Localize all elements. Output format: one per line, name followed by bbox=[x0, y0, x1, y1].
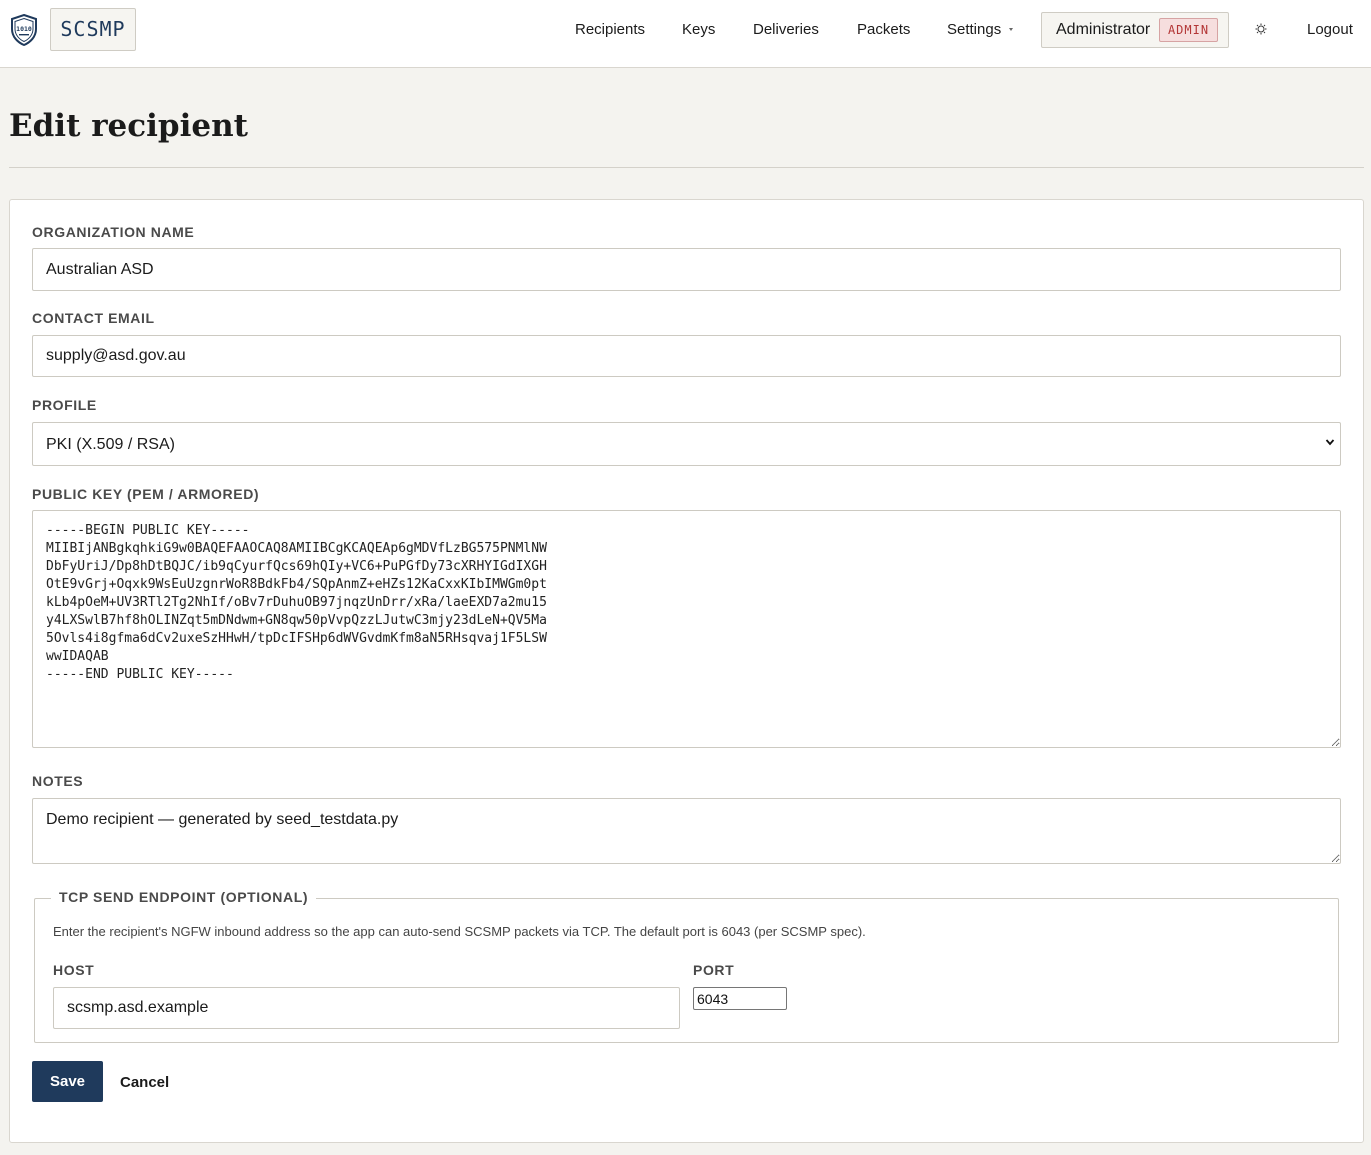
top-navigation-bar: 1010 SCSMP Recipients Keys Deliveries Pa… bbox=[0, 0, 1371, 68]
user-name: Administrator bbox=[1056, 21, 1151, 38]
notes-label: NOTES bbox=[32, 773, 84, 789]
user-menu[interactable]: Administrator ADMIN bbox=[1041, 12, 1229, 48]
organization-name-input[interactable] bbox=[32, 248, 1341, 291]
contact-email-input[interactable] bbox=[32, 335, 1341, 377]
port-input[interactable] bbox=[693, 987, 787, 1010]
nav-keys[interactable]: Keys bbox=[682, 20, 715, 40]
page-title: Edit recipient bbox=[9, 108, 248, 144]
logout-link[interactable]: Logout bbox=[1307, 20, 1353, 40]
organization-name-label: ORGANIZATION NAME bbox=[32, 224, 195, 240]
theme-toggle-icon[interactable] bbox=[1255, 23, 1267, 35]
profile-label: PROFILE bbox=[32, 397, 97, 413]
nav-settings[interactable]: Settings bbox=[947, 20, 1001, 40]
role-badge: ADMIN bbox=[1159, 18, 1218, 42]
profile-select[interactable]: PKI (X.509 / RSA) bbox=[32, 422, 1341, 466]
nav-recipients[interactable]: Recipients bbox=[575, 20, 645, 40]
public-key-textarea[interactable]: -----BEGIN PUBLIC KEY----- MIIBIjANBgkqh… bbox=[32, 510, 1341, 748]
host-input[interactable] bbox=[53, 987, 680, 1029]
svg-text:1010: 1010 bbox=[16, 25, 32, 33]
cancel-link[interactable]: Cancel bbox=[120, 1074, 169, 1091]
tcp-endpoint-legend: TCP SEND ENDPOINT (OPTIONAL) bbox=[51, 889, 317, 905]
profile-select-wrapper: PKI (X.509 / RSA) bbox=[32, 422, 1341, 466]
host-label: HOST bbox=[53, 962, 95, 978]
shield-logo-icon[interactable]: 1010 bbox=[10, 14, 38, 46]
notes-textarea[interactable]: Demo recipient — generated by seed_testd… bbox=[32, 798, 1341, 864]
tcp-endpoint-help-text: Enter the recipient's NGFW inbound addre… bbox=[53, 924, 866, 939]
brand-logo[interactable]: SCSMP bbox=[50, 8, 136, 51]
contact-email-label: CONTACT EMAIL bbox=[32, 310, 155, 326]
caret-down-icon bbox=[1009, 28, 1013, 31]
port-label: PORT bbox=[693, 962, 735, 978]
public-key-label: PUBLIC KEY (PEM / ARMORED) bbox=[32, 486, 260, 502]
nav-deliveries[interactable]: Deliveries bbox=[753, 20, 819, 40]
nav-packets[interactable]: Packets bbox=[857, 20, 910, 40]
save-button[interactable]: Save bbox=[32, 1061, 103, 1102]
title-divider bbox=[9, 167, 1364, 168]
